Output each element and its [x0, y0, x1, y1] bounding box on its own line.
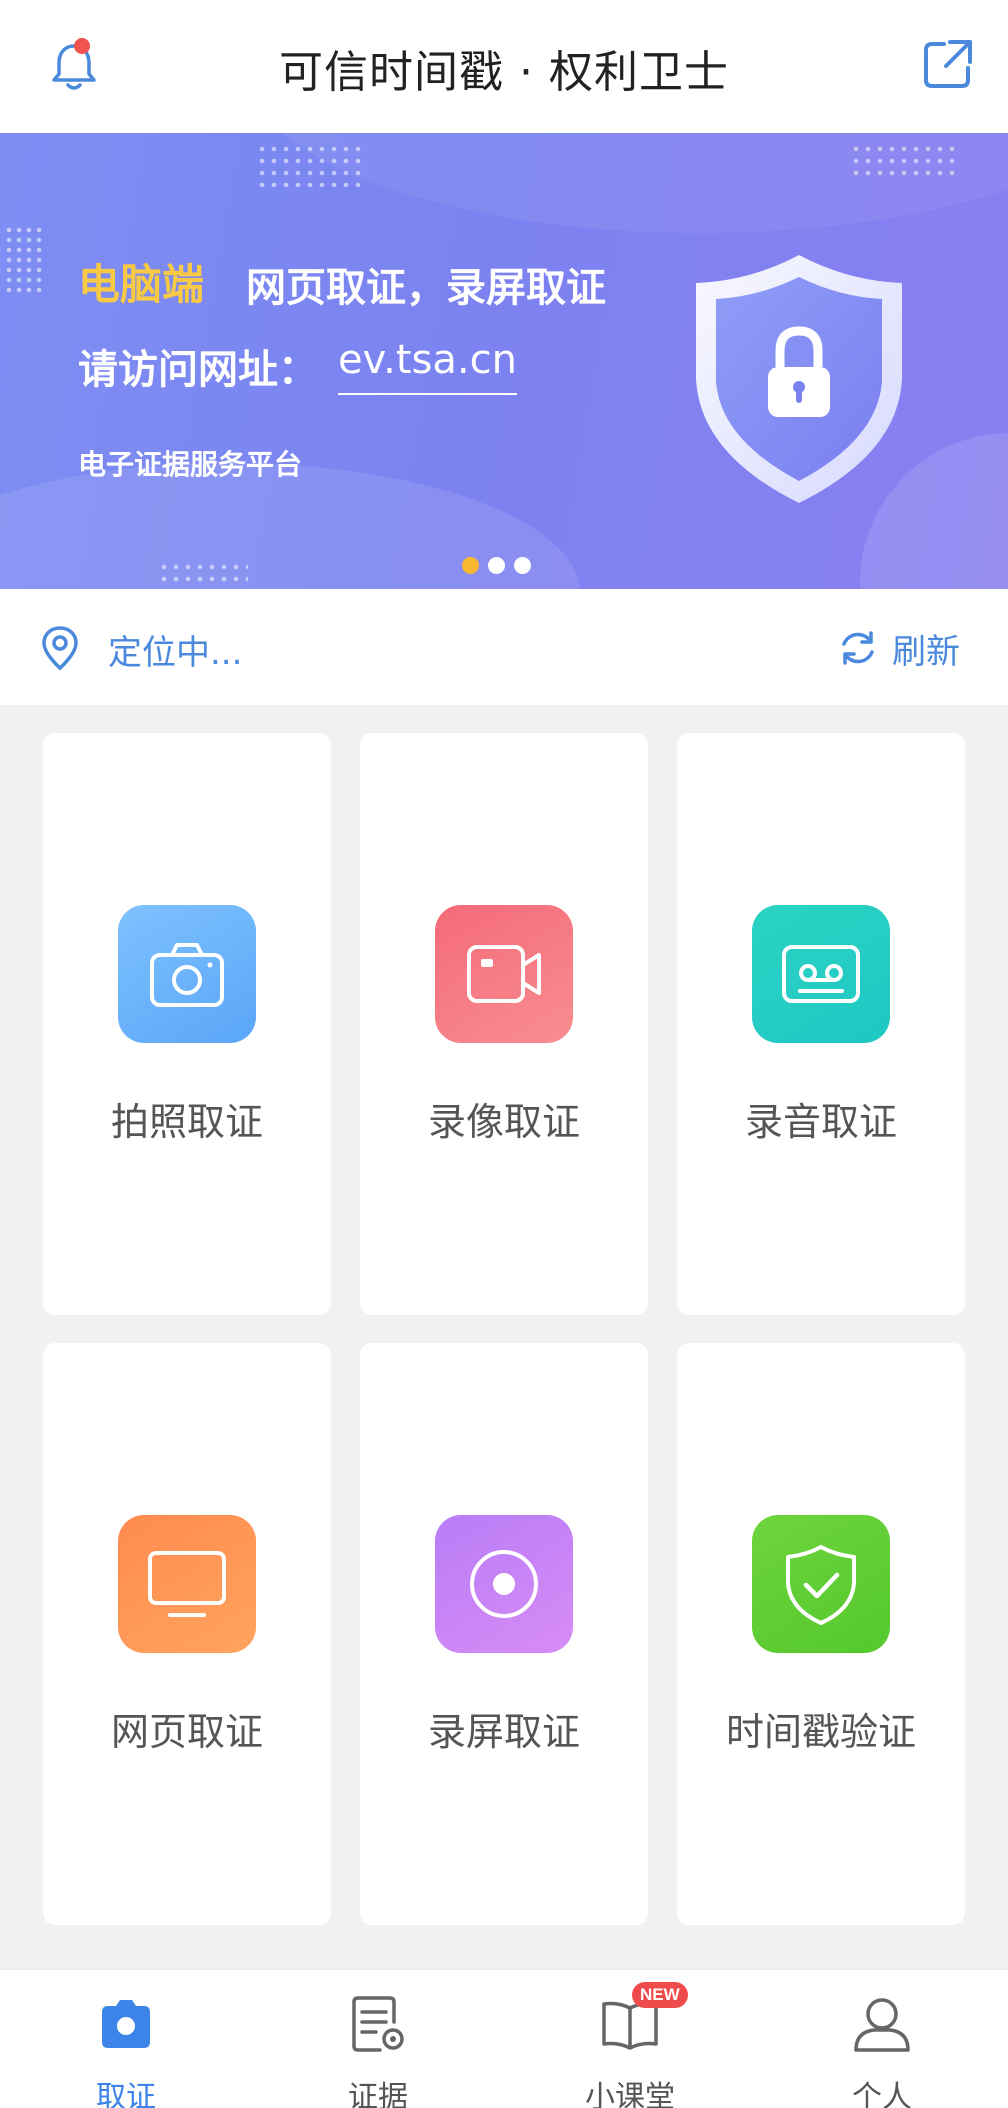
user-icon [854, 1998, 910, 2052]
feature-card-video[interactable]: 录像取证 [360, 733, 648, 1315]
app-header: 可信时间戳 · 权利卫士 [0, 0, 1008, 133]
shield-lock-icon [696, 255, 902, 503]
shield-check-icon [752, 1515, 890, 1653]
feature-card-screen-record[interactable]: 录屏取证 [360, 1343, 648, 1925]
external-link-icon[interactable] [918, 34, 978, 94]
feature-card-photo[interactable]: 拍照取证 [43, 733, 331, 1315]
banner-headline: 网页取证，录屏取证 [246, 265, 606, 311]
document-settings-icon [352, 1996, 404, 2052]
carousel-dot[interactable] [488, 557, 505, 574]
monitor-icon [118, 1515, 256, 1653]
feature-card-timestamp-verify[interactable]: 时间戳验证 [677, 1343, 965, 1925]
refresh-label: 刷新 [892, 631, 960, 672]
tab-label: 个人 [852, 2080, 912, 2108]
feature-label: 拍照取证 [110, 1100, 263, 1144]
feature-label: 录屏取证 [427, 1710, 580, 1754]
tab-evidence[interactable]: 证据 [252, 1970, 504, 2108]
carousel-dot[interactable] [514, 557, 531, 574]
carousel-dot[interactable] [462, 557, 479, 574]
tab-label: 取证 [96, 2080, 156, 2108]
tab-profile[interactable]: 个人 [756, 1970, 1008, 2108]
video-camera-icon [435, 905, 573, 1043]
location-pin-icon [42, 626, 78, 671]
tab-label: 小课堂 [585, 2080, 675, 2108]
cassette-icon [752, 905, 890, 1043]
banner-url-label: 请访问网址： [78, 347, 318, 393]
camera-tab-icon [102, 2000, 150, 2048]
feature-card-audio[interactable]: 录音取证 [677, 733, 965, 1315]
refresh-icon [842, 631, 874, 665]
tab-forensics[interactable]: 取证 [0, 1970, 252, 2108]
banner-url[interactable]: ev.tsa.cn [338, 337, 517, 395]
feature-label: 录像取证 [427, 1100, 580, 1144]
page-title: 可信时间戳 · 权利卫士 [279, 47, 729, 98]
feature-label: 录音取证 [744, 1100, 897, 1144]
tab-classroom[interactable]: NEW 小课堂 [504, 1970, 756, 2108]
refresh-button[interactable]: 刷新 [838, 625, 960, 672]
feature-label: 网页取证 [110, 1710, 263, 1754]
feature-label: 时间戳验证 [725, 1710, 916, 1754]
carousel-indicator [462, 557, 531, 574]
feature-card-webpage[interactable]: 网页取证 [43, 1343, 331, 1925]
banner-tag: 电脑端 [78, 260, 205, 309]
banner-platform: 电子证据服务平台 [78, 448, 303, 481]
location-bar: 定位中... 刷新 [0, 589, 1008, 705]
location-status: 定位中... [108, 633, 243, 673]
new-badge: NEW [632, 1982, 688, 2008]
promo-banner[interactable]: 电脑端 网页取证，录屏取证 请访问网址： ev.tsa.cn 电子证据服务平台 [0, 133, 1008, 589]
record-icon [435, 1515, 573, 1653]
bottom-tab-bar: 取证 证据 NEW 小课堂 个人 [0, 1969, 1008, 2108]
camera-icon [118, 905, 256, 1043]
tab-label: 证据 [348, 2080, 408, 2108]
